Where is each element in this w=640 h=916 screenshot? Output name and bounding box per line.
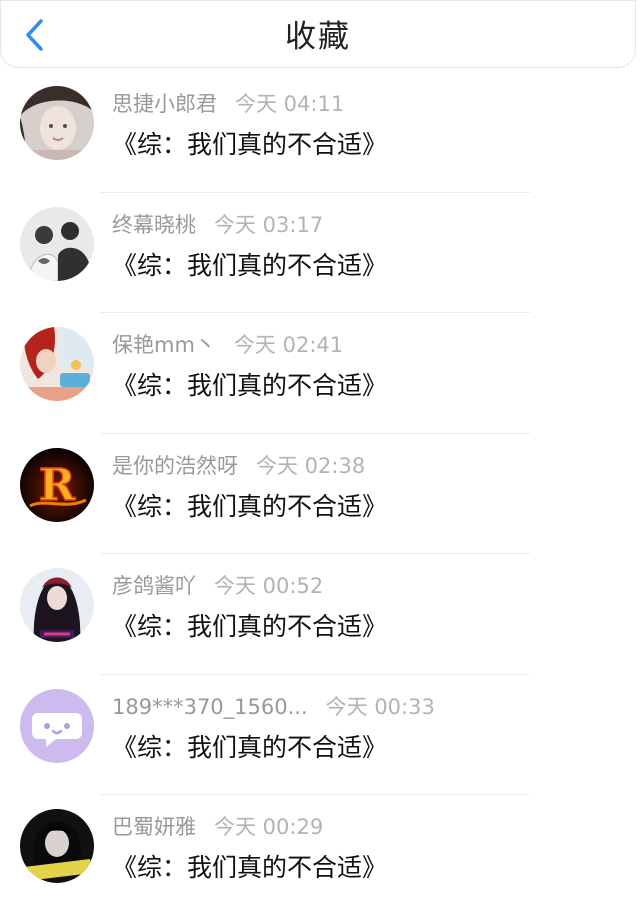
favorite-title[interactable]: 《综：我们真的不合适》 [112,249,387,283]
avatar[interactable] [20,688,94,763]
page-title: 收藏 [285,19,351,55]
meta-line: 巴蜀妍雅 今天 00:29 [112,813,323,841]
meta-line: 彦鸽酱吖 今天 00:52 [112,572,323,600]
list-item[interactable]: 保艳mm丶 今天 02:41 《综：我们真的不合适》 [0,313,640,434]
timestamp: 今天 03:17 [214,212,324,237]
list-item[interactable]: R 是你的浩然呀 今天 02:38 《综：我们真的不合适》 [0,434,640,554]
favorite-title[interactable]: 《综：我们真的不合适》 [112,128,387,162]
list-item[interactable]: 189***370_1560... 今天 00:33 《综：我们真的不合适》 [0,675,640,795]
favorite-title[interactable]: 《综：我们真的不合适》 [112,610,387,644]
username[interactable]: 思捷小郎君 [112,92,217,116]
favorite-title[interactable]: 《综：我们真的不合适》 [112,369,387,403]
avatar[interactable] [20,327,94,401]
meta-line: 终幕晓桃 今天 03:17 [112,211,323,239]
avatar[interactable] [20,206,94,281]
username[interactable]: 保艳mm丶 [112,333,216,357]
default-avatar-icon [20,688,94,763]
timestamp: 今天 00:52 [214,574,324,598]
timestamp: 今天 00:33 [325,694,435,719]
list-item[interactable]: 彦鸽酱吖 今天 00:52 《综：我们真的不合适》 [0,554,640,675]
favorite-title[interactable]: 《综：我们真的不合适》 [112,851,387,885]
username[interactable]: 彦鸽酱吖 [112,574,196,598]
username[interactable]: 终幕晓桃 [112,213,196,237]
timestamp: 今天 02:41 [233,333,344,357]
avatar[interactable] [20,86,94,160]
list-item[interactable]: 终幕晓桃 今天 03:17 《综：我们真的不合适》 [0,193,640,313]
meta-line: 189***370_1560... 今天 00:33 [112,693,435,721]
meta-line: 保艳mm丶 今天 02:41 [112,331,343,359]
avatar[interactable] [20,809,94,883]
avatar[interactable] [20,568,94,642]
timestamp: 今天 02:38 [256,453,366,478]
avatar[interactable]: R [20,447,94,522]
list-item[interactable]: 思捷小郎君 今天 04:11 《综：我们真的不合适》 [0,72,640,193]
username[interactable]: 巴蜀妍雅 [112,815,196,839]
favorite-title[interactable]: 《综：我们真的不合适》 [112,490,387,524]
timestamp: 今天 04:11 [235,92,345,116]
favorite-title[interactable]: 《综：我们真的不合适》 [112,731,387,765]
top-bar: 收藏 [0,0,636,68]
favorites-list: 思捷小郎君 今天 04:11 《综：我们真的不合适》 终幕晓桃 今天 03:17 《… [0,72,640,916]
meta-line: 是你的浩然呀 今天 02:38 [112,452,365,480]
username[interactable]: 是你的浩然呀 [112,454,238,478]
meta-line: 思捷小郎君 今天 04:11 [112,90,344,118]
list-item[interactable]: 巴蜀妍雅 今天 00:29 《综：我们真的不合适》 [0,795,640,916]
username[interactable]: 189***370_1560... [112,695,308,719]
timestamp: 今天 00:29 [214,815,324,839]
avatar-letter: R [39,460,76,511]
